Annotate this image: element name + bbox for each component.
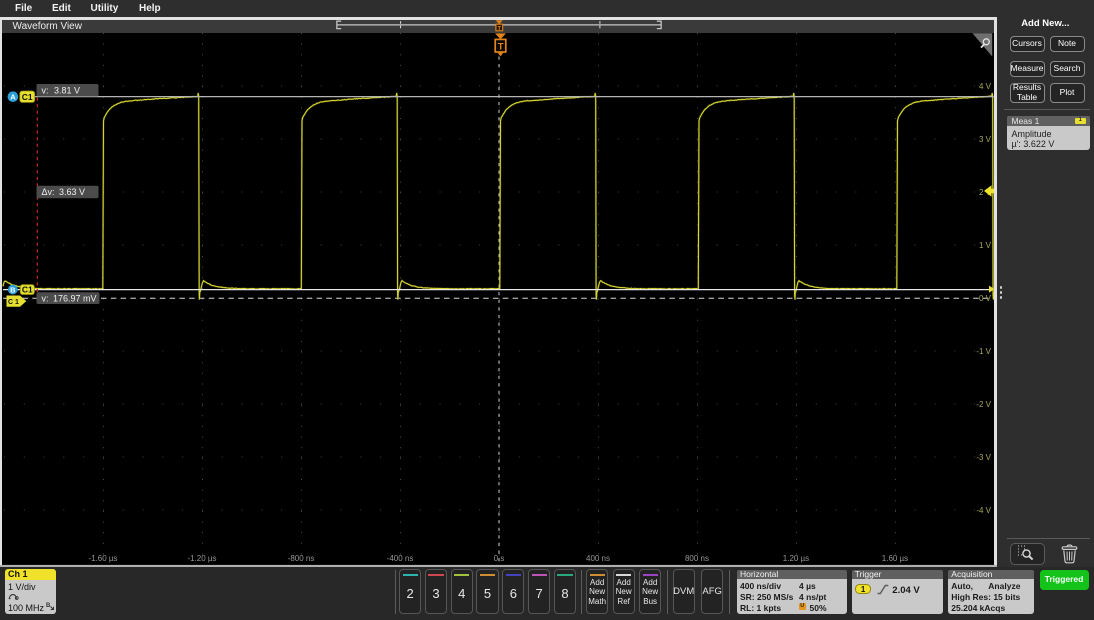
svg-text:v:: v: (42, 293, 49, 303)
svg-text:800 ns: 800 ns (685, 554, 709, 563)
svg-text:1.20 µs: 1.20 µs (783, 554, 809, 563)
svg-text:1 V: 1 V (979, 241, 992, 250)
svg-text:400 ns: 400 ns (586, 554, 610, 563)
svg-text:B: B (46, 603, 51, 609)
svg-text:4 V: 4 V (979, 82, 992, 91)
svg-text:176.97 mV: 176.97 mV (53, 293, 96, 303)
svg-text:C1: C1 (22, 284, 33, 294)
svg-text:0 s: 0 s (494, 554, 505, 563)
svg-text:-1.60 µs: -1.60 µs (88, 554, 117, 563)
svg-text:B: B (10, 285, 16, 294)
svg-text:-4 V: -4 V (976, 506, 991, 515)
svg-text:Δv:: Δv: (42, 187, 55, 197)
svg-text:-400 ns: -400 ns (387, 554, 414, 563)
svg-text:3.63 V: 3.63 V (59, 187, 85, 197)
svg-text:0 V: 0 V (979, 294, 992, 303)
svg-text:3.81 V: 3.81 V (54, 85, 80, 95)
svg-text:-800 ns: -800 ns (288, 554, 315, 563)
svg-text:-2 V: -2 V (976, 400, 991, 409)
svg-text:T: T (498, 26, 502, 32)
svg-text:-1.20 µs: -1.20 µs (187, 554, 216, 563)
svg-text:T: T (498, 41, 504, 52)
svg-text:3 V: 3 V (979, 135, 992, 144)
svg-text:v:: v: (42, 85, 49, 95)
svg-text:C1: C1 (22, 92, 33, 102)
svg-text:-3 V: -3 V (976, 453, 991, 462)
svg-text:-1 V: -1 V (976, 347, 991, 356)
svg-text:A: A (10, 93, 16, 102)
svg-text:C 1: C 1 (8, 299, 19, 306)
svg-text:1.60 µs: 1.60 µs (882, 554, 908, 563)
